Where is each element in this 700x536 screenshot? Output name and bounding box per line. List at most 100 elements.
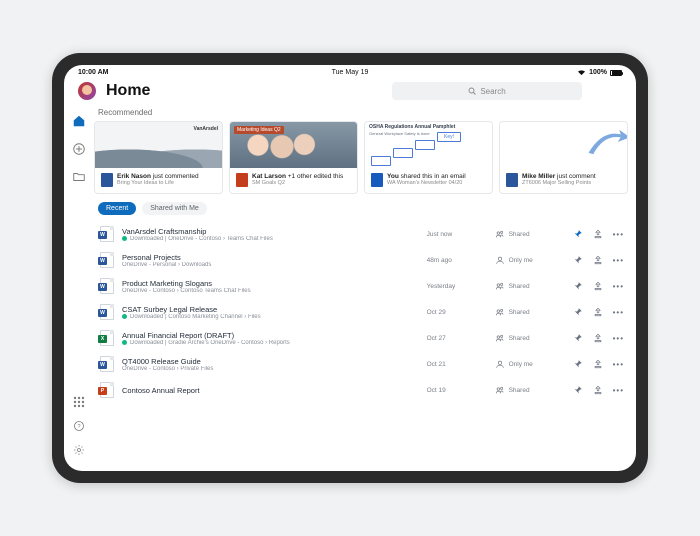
pin-icon[interactable]	[573, 385, 583, 395]
card-title: WA Woman's Newsletter 04/20	[387, 180, 466, 186]
more-icon[interactable]: •••	[613, 308, 624, 317]
file-meta: QT4000 Release GuideOneDrive - Contoso ›…	[122, 357, 419, 372]
file-share: Shared	[495, 385, 565, 395]
svg-text:?: ?	[77, 424, 80, 430]
card-title: ZT6006 Major Selling Points	[522, 180, 596, 186]
file-meta: Contoso Annual Report	[122, 386, 419, 395]
file-time: Oct 29	[427, 309, 487, 316]
screen: 10:00 AM Tue May 19 100% Home Search ?	[64, 65, 636, 471]
pin-icon[interactable]	[573, 255, 583, 265]
tabs: Recent Shared with Me	[98, 202, 628, 215]
file-name: QT4000 Release Guide	[122, 357, 419, 366]
pin-icon[interactable]	[573, 333, 583, 343]
card-title: Bring Your Ideas to Life	[117, 180, 199, 186]
battery-icon	[610, 70, 622, 76]
file-path: Downloaded | OneDrive - Contoso › Teams …	[122, 236, 419, 242]
file-time: Oct 27	[427, 335, 487, 342]
file-actions: •••	[573, 229, 624, 239]
file-icon: W	[100, 356, 114, 372]
more-icon[interactable]: •••	[613, 230, 624, 239]
status-right: 100%	[577, 69, 622, 76]
file-share: Only me	[495, 359, 565, 369]
more-icon[interactable]: •••	[613, 256, 624, 265]
share-icon[interactable]	[593, 255, 603, 265]
file-share: Shared	[495, 333, 565, 343]
share-icon[interactable]	[593, 333, 603, 343]
card-thumb: Marketing Ideas Q2	[230, 122, 357, 168]
file-share: Shared	[495, 281, 565, 291]
share-icon[interactable]	[593, 307, 603, 317]
thumb-badge: Marketing Ideas Q2	[234, 126, 284, 134]
file-row[interactable]: W Product Marketing SlogansOneDrive - Con…	[94, 273, 628, 299]
file-path: Downloaded | Contoso Marketing Channel ›…	[122, 314, 419, 320]
recommended-card[interactable]: Marketing Ideas Q2 Kat Larson +1 other e…	[229, 121, 358, 194]
tab-recent[interactable]: Recent	[98, 202, 136, 215]
recommended-card[interactable]: ••• OSHA Regulations Annual Pamphlet Gen…	[364, 121, 493, 194]
file-row[interactable]: W VanArsdel Craftsmanship Downloaded | On…	[94, 221, 628, 247]
cloud-dot-icon	[122, 236, 127, 241]
pin-icon[interactable]	[573, 359, 583, 369]
device-frame: 10:00 AM Tue May 19 100% Home Search ?	[52, 53, 648, 483]
file-icon: W	[100, 278, 114, 294]
more-icon[interactable]: •••	[613, 386, 624, 395]
sidebar-home-icon[interactable]	[72, 114, 86, 128]
share-icon[interactable]	[593, 229, 603, 239]
search-placeholder: Search	[480, 87, 505, 96]
file-name: CSAT Surbey Legal Release	[122, 305, 419, 314]
word-icon	[371, 173, 383, 187]
sidebar-bottom: ?	[72, 395, 86, 463]
sidebar-add-icon[interactable]	[72, 142, 86, 156]
word-icon	[101, 173, 113, 187]
pin-icon[interactable]	[573, 281, 583, 291]
share-icon[interactable]	[593, 281, 603, 291]
sidebar-help-icon[interactable]: ?	[72, 419, 86, 433]
file-actions: •••	[573, 359, 624, 369]
file-path: OneDrive - Contoso › Contoso Teams Chat …	[122, 288, 419, 294]
card-thumb: OSHA Regulations Annual Pamphlet General…	[365, 122, 492, 168]
file-row[interactable]: XAnnual Financial Report (DRAFT) Downloa…	[94, 325, 628, 351]
recommended-card[interactable]: ••• Mike Miller just comment ZT6006 Majo…	[499, 121, 628, 194]
battery-percent: 100%	[589, 69, 607, 76]
recommended-card[interactable]: VanArsdel Erik Nason just commented Brin…	[94, 121, 223, 194]
file-row[interactable]: WPersonal ProjectsOneDrive - Personal › …	[94, 247, 628, 273]
file-actions: •••	[573, 255, 624, 265]
sidebar-settings-icon[interactable]	[72, 443, 86, 457]
file-row[interactable]: W CSAT Surbey Legal Release Downloaded | …	[94, 299, 628, 325]
more-icon[interactable]: •••	[613, 282, 624, 291]
pin-icon[interactable]	[573, 307, 583, 317]
card-activity: Erik Nason just commented	[117, 173, 199, 180]
file-actions: •••	[573, 385, 624, 395]
file-time: 48m ago	[427, 257, 487, 264]
status-time: 10:00 AM	[78, 69, 108, 76]
file-meta: VanArsdel Craftsmanship Downloaded | One…	[122, 227, 419, 242]
sidebar-apps-icon[interactable]	[72, 395, 86, 409]
search-icon	[468, 87, 476, 95]
page-title: Home	[106, 82, 150, 100]
share-icon[interactable]	[593, 359, 603, 369]
file-name: VanArsdel Craftsmanship	[122, 227, 419, 236]
header: Home Search	[64, 78, 636, 106]
file-icon: W	[100, 304, 114, 320]
avatar[interactable]	[78, 82, 96, 100]
search-input[interactable]: Search	[392, 82, 582, 100]
file-time: Oct 19	[427, 387, 487, 394]
main: ? Recommended VanArsdel Erik Nason just …	[64, 106, 636, 471]
recommended-cards: VanArsdel Erik Nason just commented Brin…	[94, 121, 628, 194]
file-row[interactable]: W QT4000 Release GuideOneDrive - Contoso …	[94, 351, 628, 377]
more-icon[interactable]: •••	[613, 360, 624, 369]
share-icon[interactable]	[593, 385, 603, 395]
file-icon: W	[100, 226, 114, 242]
file-meta: Product Marketing SlogansOneDrive - Cont…	[122, 279, 419, 294]
file-row[interactable]: PContoso Annual ReportOct 19Shared•••	[94, 377, 628, 403]
wifi-icon	[577, 69, 586, 76]
more-icon[interactable]: •••	[613, 334, 624, 343]
cloud-dot-icon	[122, 314, 127, 319]
sidebar-folder-icon[interactable]	[72, 170, 86, 184]
file-icon: W	[100, 252, 114, 268]
file-meta: CSAT Surbey Legal Release Downloaded | C…	[122, 305, 419, 320]
tab-shared[interactable]: Shared with Me	[142, 202, 207, 215]
card-thumb: VanArsdel	[95, 122, 222, 168]
file-path: OneDrive - Personal › Downloads	[122, 262, 419, 268]
pin-icon[interactable]	[573, 229, 583, 239]
ppt-icon	[236, 173, 248, 187]
